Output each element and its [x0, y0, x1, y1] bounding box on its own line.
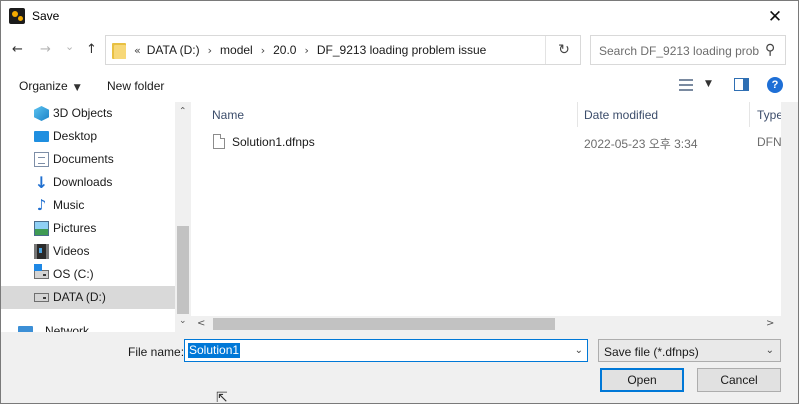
sidebar-item-videos[interactable]: Videos — [1, 240, 175, 263]
save-dialog: Save ✕ ← → ⌄ ↑ « DATA (D:) › model › 20.… — [0, 0, 799, 404]
breadcrumb: « DATA (D:) › model › 20.0 › DF_9213 loa… — [128, 36, 486, 64]
music-note-icon: ♪ — [36, 196, 47, 214]
organize-button[interactable]: Organize ▼ — [19, 79, 81, 93]
search-input[interactable]: Search DF_9213 loading probl... ⚲ — [590, 35, 786, 65]
cancel-button[interactable]: Cancel — [697, 368, 781, 392]
sidebar-item-os-drive[interactable]: OS (C:) — [1, 263, 175, 286]
chevron-down-icon: ⌄ — [765, 345, 774, 356]
breadcrumb-separator-icon[interactable]: › — [208, 44, 212, 57]
sidebar-item-downloads[interactable]: ↓ Downloads — [1, 171, 175, 194]
download-arrow-icon: ↓ — [34, 173, 49, 192]
table-row[interactable]: Solution1.dfnps 2022-05-23 오후 3:34 DFNPS… — [191, 129, 798, 153]
close-icon: ✕ — [767, 6, 783, 27]
scrollbar-thumb[interactable] — [177, 226, 189, 314]
breadcrumb-item-version[interactable]: 20.0 — [273, 43, 296, 57]
folder-icon — [112, 43, 126, 59]
cube-icon — [34, 106, 49, 121]
videos-icon — [34, 244, 49, 259]
file-list-horizontal-scrollbar[interactable]: < > — [191, 316, 798, 332]
navigation-bar: ← → ⌄ ↑ « DATA (D:) › model › 20.0 › DF_… — [1, 32, 798, 68]
navigation-pane: 3D Objects Desktop Documents ↓ Downloads… — [1, 102, 191, 332]
refresh-icon: ↻ — [558, 42, 570, 58]
file-name-input[interactable]: Solution1 ⌄ — [184, 339, 588, 362]
navigation-pane-scrollbar[interactable]: ⌄ ⌄ — [175, 102, 191, 332]
view-menu-chevron-icon[interactable]: ▼ — [705, 79, 712, 89]
save-form: File name: Solution1 ⌄ Save file (*.dfnp… — [1, 332, 798, 403]
drive-icon — [34, 293, 49, 302]
open-button[interactable]: Open — [600, 368, 684, 392]
command-toolbar: Organize ▼ New folder ▼ ? — [1, 68, 798, 102]
refresh-button[interactable]: ↻ — [548, 36, 580, 64]
file-icon — [213, 134, 225, 149]
up-arrow-icon[interactable]: ↑ — [86, 42, 97, 57]
sidebar-item-music[interactable]: ♪ Music — [1, 194, 175, 217]
new-folder-button[interactable]: New folder — [107, 79, 164, 93]
breadcrumb-item-model[interactable]: model — [220, 43, 253, 57]
desktop-icon — [34, 131, 49, 142]
title-bar: Save ✕ — [1, 1, 798, 32]
documents-icon — [34, 152, 49, 167]
column-header-name[interactable]: Name — [212, 102, 244, 127]
column-header-type[interactable]: Type — [757, 102, 783, 127]
scroll-up-icon[interactable]: ⌄ — [179, 104, 187, 114]
file-name-value: Solution1 — [188, 343, 241, 358]
chevron-down-icon[interactable]: ⌄ — [575, 345, 583, 356]
forward-arrow-icon[interactable]: → — [40, 42, 51, 57]
app-logo-icon — [9, 8, 25, 24]
sidebar-item-3d-objects[interactable]: 3D Objects — [1, 102, 175, 125]
scroll-down-icon[interactable]: ⌄ — [179, 316, 187, 326]
breadcrumb-separator-icon[interactable]: › — [304, 44, 308, 57]
recent-locations-icon[interactable]: ⌄ — [65, 40, 74, 53]
sidebar-item-documents[interactable]: Documents — [1, 148, 175, 171]
sidebar-item-network[interactable]: Network — [1, 320, 167, 332]
scroll-left-icon[interactable]: < — [197, 318, 205, 329]
file-type-select[interactable]: Save file (*.dfnps) ⌄ — [598, 339, 781, 362]
file-date-modified: 2022-05-23 오후 3:34 — [584, 137, 698, 151]
pictures-icon — [34, 221, 49, 236]
sidebar-item-data-drive[interactable]: DATA (D:) — [1, 286, 175, 309]
breadcrumb-item-current-folder[interactable]: DF_9213 loading problem issue — [317, 43, 486, 57]
sort-ascending-icon: ^ — [386, 102, 394, 109]
scrollbar-thumb[interactable] — [213, 318, 555, 330]
file-type-value: Save file (*.dfnps) — [604, 345, 699, 359]
window-title: Save — [32, 9, 60, 23]
file-name-label: File name: — [128, 345, 185, 359]
file-list: ^ Name Date modified Type Solution1.dfnp… — [191, 102, 798, 332]
back-arrow-icon[interactable]: ← — [12, 42, 23, 57]
os-drive-icon — [34, 264, 49, 279]
breadcrumb-item-data-drive[interactable]: DATA (D:) — [147, 43, 200, 57]
view-options-icon[interactable] — [679, 79, 693, 91]
sidebar-item-pictures[interactable]: Pictures — [1, 217, 175, 240]
file-name: Solution1.dfnps — [232, 135, 315, 149]
search-icon[interactable]: ⚲ — [765, 42, 775, 58]
sidebar-item-desktop[interactable]: Desktop — [1, 125, 175, 148]
help-icon[interactable]: ? — [767, 77, 783, 93]
scroll-right-icon[interactable]: > — [766, 318, 774, 329]
chevron-down-icon: ▼ — [73, 83, 81, 93]
search-placeholder: Search DF_9213 loading probl... — [599, 44, 759, 58]
file-list-vertical-scrollbar[interactable] — [781, 102, 798, 316]
preview-pane-icon[interactable] — [734, 78, 749, 91]
close-button[interactable]: ✕ — [752, 1, 798, 32]
breadcrumb-overflow-icon[interactable]: « — [134, 44, 141, 57]
column-header-date-modified[interactable]: Date modified — [584, 102, 658, 127]
address-bar[interactable]: « DATA (D:) › model › 20.0 › DF_9213 loa… — [105, 35, 581, 65]
mouse-cursor-icon: ⇱ — [216, 390, 228, 404]
breadcrumb-separator-icon[interactable]: › — [261, 44, 265, 57]
